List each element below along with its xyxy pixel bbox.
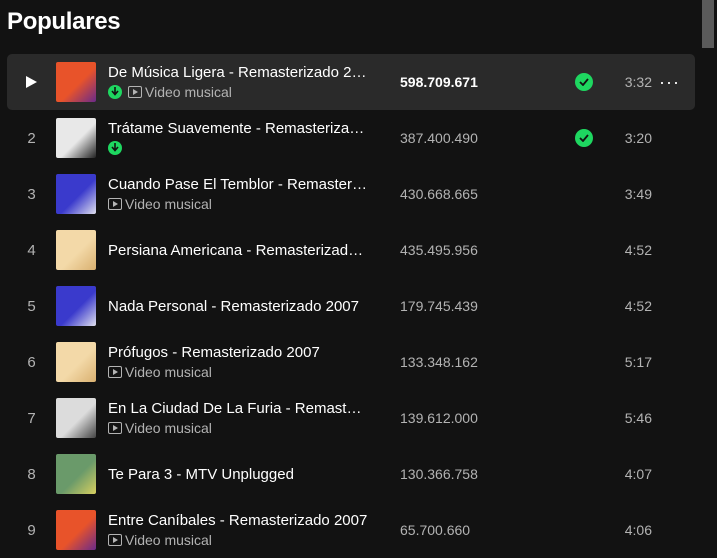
track-row[interactable]: 3 Cuando Pase El Temblor - Remasterizado … (7, 166, 695, 222)
track-info: Te Para 3 - MTV Unplugged (108, 466, 368, 483)
track-subline: Video musical (108, 195, 368, 213)
track-subline: Video musical (108, 83, 368, 101)
track-duration: 4:52 (624, 242, 652, 258)
more-options-icon[interactable]: ··· (659, 72, 680, 93)
album-art[interactable] (56, 510, 96, 550)
video-icon (108, 421, 122, 434)
track-subline: Video musical (108, 531, 368, 549)
track-title[interactable]: Nada Personal - Remasterizado 2007 (108, 298, 368, 315)
track-number: 7 (27, 409, 36, 427)
track-number: 3 (27, 185, 36, 203)
video-icon (108, 533, 122, 546)
track-info: Nada Personal - Remasterizado 2007 (108, 298, 368, 315)
track-title[interactable]: Te Para 3 - MTV Unplugged (108, 466, 368, 483)
track-info: En La Ciudad De La Furia - Remasterizado… (108, 400, 368, 437)
track-row[interactable]: 4 Persiana Americana - Remasterizado 2007… (7, 222, 695, 278)
album-art[interactable] (56, 286, 96, 326)
music-video-label[interactable]: Video musical (125, 364, 212, 380)
track-info: Persiana Americana - Remasterizado 2007 (108, 242, 368, 259)
track-row[interactable]: 9 Entre Caníbales - Remasterizado 2007 Vid… (7, 502, 695, 558)
track-number: 6 (27, 353, 36, 371)
track-number: 8 (27, 465, 36, 483)
album-art[interactable] (56, 118, 96, 158)
album-art[interactable] (56, 62, 96, 102)
track-duration: 4:06 (624, 522, 652, 538)
music-video-label[interactable]: Video musical (145, 84, 232, 100)
download-arrow-icon (108, 140, 122, 155)
play-count: 598.709.671 (400, 74, 478, 90)
track-info: Trátame Suavemente - Remasterizado 2007 (108, 120, 368, 157)
music-video-label[interactable]: Video musical (125, 196, 212, 212)
track-number: 4 (27, 241, 36, 259)
track-row[interactable]: 2 Trátame Suavemente - Remasterizado 2007… (7, 110, 695, 166)
play-count: 179.745.439 (400, 298, 478, 314)
track-row[interactable]: 8 Te Para 3 - MTV Unplugged 130.366.758 4:0… (7, 446, 695, 502)
music-video-label[interactable]: Video musical (125, 532, 212, 548)
track-title[interactable]: Entre Caníbales - Remasterizado 2007 (108, 512, 368, 529)
video-icon (108, 197, 122, 210)
section-title: Populares (7, 8, 121, 35)
track-info: De Música Ligera - Remasterizado 2007 Vid… (108, 64, 368, 101)
track-duration: 4:52 (624, 298, 652, 314)
album-art[interactable] (56, 230, 96, 270)
track-row[interactable]: 7 En La Ciudad De La Furia - Remasterizad… (7, 390, 695, 446)
track-duration: 5:17 (624, 354, 652, 370)
track-title[interactable]: Persiana Americana - Remasterizado 2007 (108, 242, 368, 259)
track-subline (108, 139, 368, 157)
track-info: Cuando Pase El Temblor - Remasterizado 2… (108, 176, 368, 213)
play-count: 133.348.162 (400, 354, 478, 370)
track-row[interactable]: De Música Ligera - Remasterizado 2007 Vid… (7, 54, 695, 110)
play-count: 435.495.956 (400, 242, 478, 258)
music-video-label[interactable]: Video musical (125, 420, 212, 436)
track-title[interactable]: De Música Ligera - Remasterizado 2007 (108, 64, 368, 81)
track-duration: 4:07 (624, 466, 652, 482)
track-duration: 3:32 (624, 74, 652, 90)
popular-tracks-list: De Música Ligera - Remasterizado 2007 Vid… (7, 54, 695, 558)
track-number: 2 (27, 129, 36, 147)
video-icon (108, 365, 122, 378)
album-art[interactable] (56, 342, 96, 382)
track-subline: Video musical (108, 363, 368, 381)
track-duration: 3:49 (624, 186, 652, 202)
play-count: 139.612.000 (400, 410, 478, 426)
play-count: 65.700.660 (400, 522, 471, 538)
album-art[interactable] (56, 398, 96, 438)
download-arrow-icon (108, 84, 122, 99)
album-art[interactable] (56, 174, 96, 214)
play-icon[interactable] (7, 76, 56, 88)
track-duration: 3:20 (624, 130, 652, 146)
scrollbar-thumb[interactable] (702, 0, 714, 48)
play-count: 130.366.758 (400, 466, 478, 482)
track-number: 9 (27, 521, 36, 539)
check-circle-icon[interactable] (575, 129, 593, 147)
track-number: 5 (27, 297, 36, 315)
track-title[interactable]: Trátame Suavemente - Remasterizado 2007 (108, 120, 368, 137)
track-info: Prófugos - Remasterizado 2007 Video music… (108, 344, 368, 381)
track-row[interactable]: 6 Prófugos - Remasterizado 2007 Video musi… (7, 334, 695, 390)
play-count: 430.668.665 (400, 186, 478, 202)
track-row[interactable]: 5 Nada Personal - Remasterizado 2007 179.7… (7, 278, 695, 334)
track-title[interactable]: Prófugos - Remasterizado 2007 (108, 344, 368, 361)
track-info: Entre Caníbales - Remasterizado 2007 Vide… (108, 512, 368, 549)
check-circle-icon[interactable] (575, 73, 593, 91)
track-duration: 5:46 (624, 410, 652, 426)
video-icon (128, 85, 142, 98)
track-title[interactable]: En La Ciudad De La Furia - Remasterizado… (108, 400, 368, 417)
play-count: 387.400.490 (400, 130, 478, 146)
track-subline: Video musical (108, 419, 368, 437)
track-title[interactable]: Cuando Pase El Temblor - Remasterizado 2… (108, 176, 368, 193)
album-art[interactable] (56, 454, 96, 494)
